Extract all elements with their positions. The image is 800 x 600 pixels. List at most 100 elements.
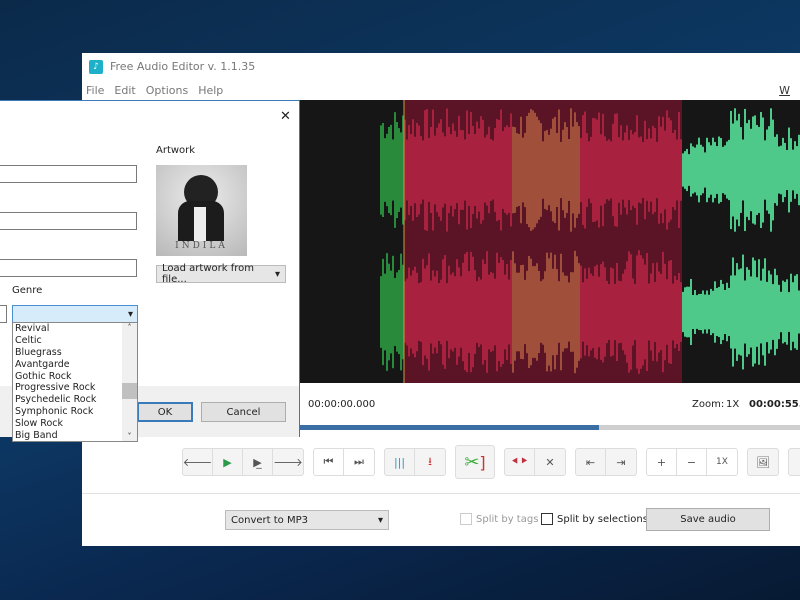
format-select[interactable]: Convert to MP3▾ bbox=[225, 510, 389, 530]
waveform-view[interactable] bbox=[260, 100, 800, 383]
settings-sliders-icon[interactable]: ☰ bbox=[789, 449, 800, 475]
waveform-sample bbox=[584, 112, 586, 229]
delete-selection-button[interactable]: ✕ bbox=[535, 449, 565, 475]
waveform-sample bbox=[620, 125, 622, 214]
waveform-sample bbox=[732, 124, 734, 217]
split-by-selections-checkbox[interactable]: Split by selections bbox=[541, 513, 648, 525]
insert-button[interactable]: ⭳ bbox=[415, 449, 445, 475]
genre-option[interactable]: Psychedelic Rock bbox=[13, 394, 137, 406]
load-artwork-button[interactable]: Load artwork from file...▾ bbox=[156, 265, 286, 283]
waveform-sample bbox=[596, 265, 598, 360]
genre-option[interactable]: Celtic bbox=[13, 335, 137, 347]
waveform-sample bbox=[680, 282, 682, 342]
waveform-sample bbox=[390, 125, 392, 215]
menu-help[interactable]: Help bbox=[198, 84, 223, 97]
waveform-sample bbox=[660, 274, 662, 350]
title-field[interactable] bbox=[0, 165, 137, 183]
waveform-sample bbox=[380, 125, 382, 214]
scrollbar[interactable]: ˄ ˅ bbox=[122, 323, 137, 441]
menu-right-link[interactable]: W bbox=[779, 84, 790, 97]
year-field[interactable] bbox=[0, 305, 7, 323]
menu-file[interactable]: File bbox=[86, 84, 104, 97]
image-icon[interactable]: 🖼 bbox=[748, 449, 778, 475]
waveform-sample bbox=[620, 281, 622, 343]
genre-option[interactable]: Symphonic Rock bbox=[13, 406, 137, 418]
waveform-sample bbox=[678, 273, 680, 351]
waveform-sample bbox=[646, 139, 648, 201]
waveform-sample bbox=[780, 292, 782, 332]
waveform-sample bbox=[718, 287, 720, 337]
divider bbox=[82, 493, 800, 494]
waveform-sample bbox=[634, 284, 636, 340]
waveform-sample bbox=[736, 263, 738, 361]
waveform-sample bbox=[712, 291, 714, 333]
waveform-sample bbox=[566, 127, 568, 213]
waveform-sample bbox=[690, 143, 692, 196]
waveform-sample bbox=[774, 269, 776, 356]
waveform-sample bbox=[588, 141, 590, 198]
rewind-button[interactable]: 🡐 bbox=[183, 449, 213, 475]
artist-field[interactable] bbox=[0, 212, 137, 230]
waveform-sample bbox=[642, 258, 644, 365]
select-to-start-button[interactable]: ⇤ bbox=[576, 449, 606, 475]
waveform-sample bbox=[648, 128, 650, 211]
ok-button[interactable]: OK bbox=[137, 402, 193, 422]
save-audio-button[interactable]: Save audio bbox=[646, 508, 770, 531]
menu-options[interactable]: Options bbox=[146, 84, 188, 97]
genre-option[interactable]: Big Band bbox=[13, 430, 137, 442]
waveform-sample bbox=[578, 126, 580, 214]
genre-option[interactable]: Revival bbox=[13, 323, 137, 335]
waveform-sample bbox=[462, 263, 464, 362]
genre-option[interactable]: Slow Rock bbox=[13, 418, 137, 430]
waveform-sample bbox=[764, 258, 766, 365]
waveform-sample bbox=[570, 108, 572, 231]
skip-end-button[interactable]: ⏭ bbox=[344, 449, 374, 475]
waveform-sample bbox=[604, 267, 606, 356]
cut-button[interactable]: ✂] bbox=[456, 446, 494, 478]
waveform-sample bbox=[552, 269, 554, 355]
waveform-sample bbox=[732, 257, 734, 366]
genre-combo[interactable]: ▾ bbox=[12, 305, 138, 323]
waveform-sample bbox=[612, 124, 614, 216]
waveform-sample bbox=[598, 277, 600, 347]
waveform-sample bbox=[424, 110, 426, 230]
chevron-down-icon: ▾ bbox=[128, 309, 133, 320]
waveform-sample bbox=[396, 272, 398, 351]
select-to-end-button[interactable]: ⇥ bbox=[606, 449, 636, 475]
scroll-up-icon[interactable]: ˄ bbox=[122, 323, 137, 332]
close-icon[interactable]: ✕ bbox=[280, 109, 291, 124]
waveform-sample bbox=[600, 134, 602, 205]
album-field[interactable] bbox=[0, 259, 137, 277]
zoom-in-button[interactable]: + bbox=[647, 449, 677, 475]
scroll-thumb[interactable] bbox=[122, 383, 137, 399]
play-button[interactable]: ▶ bbox=[213, 449, 243, 475]
split-by-tags-checkbox[interactable]: Split by tags bbox=[460, 513, 538, 525]
waveform-sample bbox=[494, 128, 496, 212]
waveform-sample bbox=[648, 283, 650, 340]
genre-dropdown-list[interactable]: RevivalCelticBluegrassAvantgardeGothic R… bbox=[12, 322, 138, 442]
genre-option[interactable]: Gothic Rock bbox=[13, 371, 137, 383]
forward-button[interactable]: 🡒 bbox=[273, 449, 303, 475]
zoom-reset-button[interactable]: 1X bbox=[707, 449, 737, 475]
menu-edit[interactable]: Edit bbox=[114, 84, 135, 97]
waveform-sample bbox=[734, 275, 736, 348]
waveform-sample bbox=[614, 114, 616, 226]
waveform-sample bbox=[486, 251, 488, 373]
split-button[interactable]: ⯇⯈ bbox=[505, 449, 535, 475]
genre-option[interactable]: Progressive Rock bbox=[13, 382, 137, 394]
genre-option[interactable]: Avantgarde bbox=[13, 359, 137, 371]
waveform-sample bbox=[674, 276, 676, 349]
waveform-sample bbox=[652, 263, 654, 361]
scroll-down-icon[interactable]: ˅ bbox=[122, 432, 137, 441]
waveform-sample bbox=[382, 123, 384, 217]
cancel-button[interactable]: Cancel bbox=[201, 402, 286, 422]
play-selection-button[interactable]: ▶̲ bbox=[243, 449, 273, 475]
waveform-sample bbox=[430, 127, 432, 213]
skip-start-button[interactable]: ⏮ bbox=[314, 449, 344, 475]
zoom-out-button[interactable]: − bbox=[677, 449, 707, 475]
waveform-sample bbox=[794, 276, 796, 349]
split-selections-label: Split by selections bbox=[557, 514, 648, 525]
genre-option[interactable]: Bluegrass bbox=[13, 347, 137, 359]
waveform-sample bbox=[746, 123, 748, 217]
markers-button[interactable]: ||| bbox=[385, 449, 415, 475]
